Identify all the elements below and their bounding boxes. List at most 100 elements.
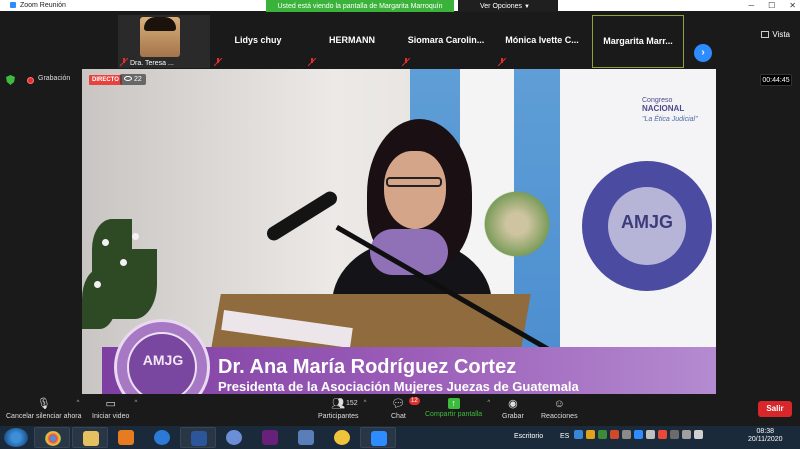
clock-date: 20/11/2020 bbox=[748, 436, 783, 443]
unmute-button[interactable]: 🎙︎ Cancelar silenciar ahora ^ bbox=[6, 398, 81, 420]
participants-count: 152 bbox=[346, 400, 358, 407]
desktop-toolbar-label[interactable]: Escritorio bbox=[514, 433, 543, 440]
amjg-logo: AMJG bbox=[114, 319, 210, 394]
map-taskbar-button[interactable] bbox=[324, 427, 360, 448]
participant-name: Margarita Marr... bbox=[603, 36, 673, 46]
microphone-muted-icon: 🎙︎ bbox=[36, 398, 51, 410]
live-badge: DIRECTO bbox=[89, 75, 122, 85]
explorer-taskbar-button[interactable] bbox=[72, 427, 108, 448]
zoom-window: Zoom Reunión ─ ☐ ✕ Usted está viendo la … bbox=[0, 0, 800, 449]
start-button[interactable] bbox=[4, 428, 28, 447]
participants-strip: Dra. Teresa ... Lidys chuy HERMANN Sioma… bbox=[0, 12, 800, 68]
unmute-label: Cancelar silenciar ahora bbox=[6, 413, 82, 420]
tray-icon[interactable] bbox=[574, 430, 583, 439]
congress-line1: Congreso bbox=[642, 97, 673, 104]
record-icon: ◉ bbox=[508, 398, 518, 410]
participant-tile[interactable]: Mónica Ivette C... bbox=[496, 15, 588, 68]
clock[interactable]: 08:38 20/11/2020 bbox=[748, 428, 783, 444]
meeting-timer: 00:44:45 bbox=[760, 74, 792, 86]
tray-icon[interactable] bbox=[598, 430, 607, 439]
participant-name: Lidys chuy bbox=[234, 35, 282, 45]
word-taskbar-button[interactable] bbox=[180, 427, 216, 448]
association-seal-text: AMJG bbox=[620, 212, 673, 232]
app-icon bbox=[226, 430, 242, 445]
participants-button[interactable]: 👥︎ 152 Participantes ^ bbox=[318, 398, 366, 420]
chrome-taskbar-button[interactable] bbox=[34, 427, 70, 448]
participant-tile[interactable]: Siomara Carolin... bbox=[400, 15, 492, 68]
participant-tile[interactable]: Lidys chuy bbox=[212, 15, 304, 68]
chevron-up-icon[interactable]: ^ bbox=[77, 400, 80, 406]
recording-label: Grabación bbox=[38, 75, 71, 82]
mic-muted-icon bbox=[214, 58, 222, 66]
chat-button[interactable]: 💬︎ 12 Chat bbox=[391, 397, 420, 420]
eye-icon bbox=[124, 76, 132, 81]
video-off-icon: ▭ bbox=[105, 398, 116, 410]
chevron-down-icon: ▼ bbox=[524, 4, 530, 10]
start-video-label: Iniciar video bbox=[92, 413, 130, 420]
viewer-count: 22 bbox=[120, 74, 146, 85]
reactions-label: Reacciones bbox=[541, 413, 578, 420]
volume-icon[interactable] bbox=[694, 430, 703, 439]
language-indicator[interactable]: ES bbox=[560, 433, 569, 440]
share-screen-button[interactable]: ↑ Compartir pantalla ^ bbox=[425, 398, 490, 418]
zoom-taskbar-button[interactable] bbox=[360, 427, 396, 448]
view-button-label: Vista bbox=[772, 30, 790, 39]
recording-icon bbox=[27, 77, 34, 84]
shared-screen[interactable]: Congreso NACIONAL "La Ética Judicial" AM… bbox=[82, 69, 716, 394]
speaker-role: Presidenta de la Asociación Mujeres Juez… bbox=[218, 379, 579, 394]
record-label: Grabar bbox=[502, 413, 524, 420]
tray-icon[interactable] bbox=[646, 430, 655, 439]
participant-tile[interactable]: HERMANN bbox=[306, 15, 398, 68]
mic-muted-icon bbox=[402, 58, 410, 66]
mic-muted-icon bbox=[498, 58, 506, 66]
tray-icon[interactable] bbox=[634, 430, 643, 439]
reactions-icon: ☺ bbox=[553, 398, 565, 410]
lower-third-caption: AMJG Dr. Ana María Rodríguez Cortez Pres… bbox=[82, 309, 716, 394]
app-taskbar-button[interactable] bbox=[216, 427, 252, 448]
tray-icon[interactable] bbox=[586, 430, 595, 439]
congress-line2: NACIONAL bbox=[642, 104, 685, 113]
window-title: Zoom Reunión bbox=[19, 2, 66, 9]
tray-icon[interactable] bbox=[622, 430, 631, 439]
speaker-face bbox=[384, 151, 446, 229]
chat-label: Chat bbox=[391, 413, 406, 420]
chevron-up-icon[interactable]: ^ bbox=[135, 400, 138, 406]
shield-icon[interactable] bbox=[6, 75, 15, 85]
remote-taskbar-button[interactable] bbox=[288, 427, 324, 448]
system-tray bbox=[574, 430, 703, 439]
participant-tile[interactable]: Dra. Teresa ... bbox=[118, 15, 210, 68]
minimize-button[interactable]: ─ bbox=[748, 0, 754, 11]
viewer-count-value: 22 bbox=[134, 76, 142, 83]
next-page-button[interactable]: › bbox=[694, 44, 712, 62]
leave-button[interactable]: Salir bbox=[758, 401, 792, 417]
clock-time: 08:38 bbox=[756, 428, 775, 435]
record-button[interactable]: ◉ Grabar bbox=[502, 398, 524, 420]
meeting-toolbar: 🎙︎ Cancelar silenciar ahora ^ ▭ Iniciar … bbox=[0, 396, 800, 426]
map-icon bbox=[334, 430, 350, 445]
mic-muted-icon bbox=[308, 58, 316, 66]
media-player-taskbar-button[interactable] bbox=[108, 427, 144, 448]
start-video-button[interactable]: ▭ Iniciar video ^ bbox=[92, 398, 137, 420]
media-player-icon bbox=[118, 430, 134, 445]
view-button[interactable]: Vista bbox=[761, 30, 790, 39]
tray-icon[interactable] bbox=[658, 430, 667, 439]
view-options-label: Ver Opciones bbox=[480, 3, 523, 10]
chevron-up-icon[interactable]: ^ bbox=[364, 400, 367, 406]
grid-icon bbox=[761, 31, 770, 38]
zoom-logo-icon bbox=[10, 2, 16, 8]
tray-icon[interactable] bbox=[610, 430, 619, 439]
participant-tile-active[interactable]: Margarita Marr... bbox=[592, 15, 684, 68]
ie-taskbar-button[interactable] bbox=[144, 427, 180, 448]
chat-badge: 12 bbox=[409, 397, 420, 405]
chevron-up-icon[interactable]: ^ bbox=[487, 400, 490, 406]
network-icon[interactable] bbox=[682, 430, 691, 439]
chrome-icon bbox=[45, 431, 61, 446]
visual-studio-taskbar-button[interactable] bbox=[252, 427, 288, 448]
reactions-button[interactable]: ☺ Reacciones bbox=[541, 398, 578, 420]
amjg-logo-text: AMJG bbox=[142, 352, 184, 368]
tray-icon[interactable] bbox=[670, 430, 679, 439]
maximize-button[interactable]: ☐ bbox=[768, 0, 775, 11]
participant-name: Dra. Teresa ... bbox=[130, 60, 174, 67]
mic-muted-icon bbox=[120, 58, 128, 66]
close-button[interactable]: ✕ bbox=[789, 0, 796, 11]
